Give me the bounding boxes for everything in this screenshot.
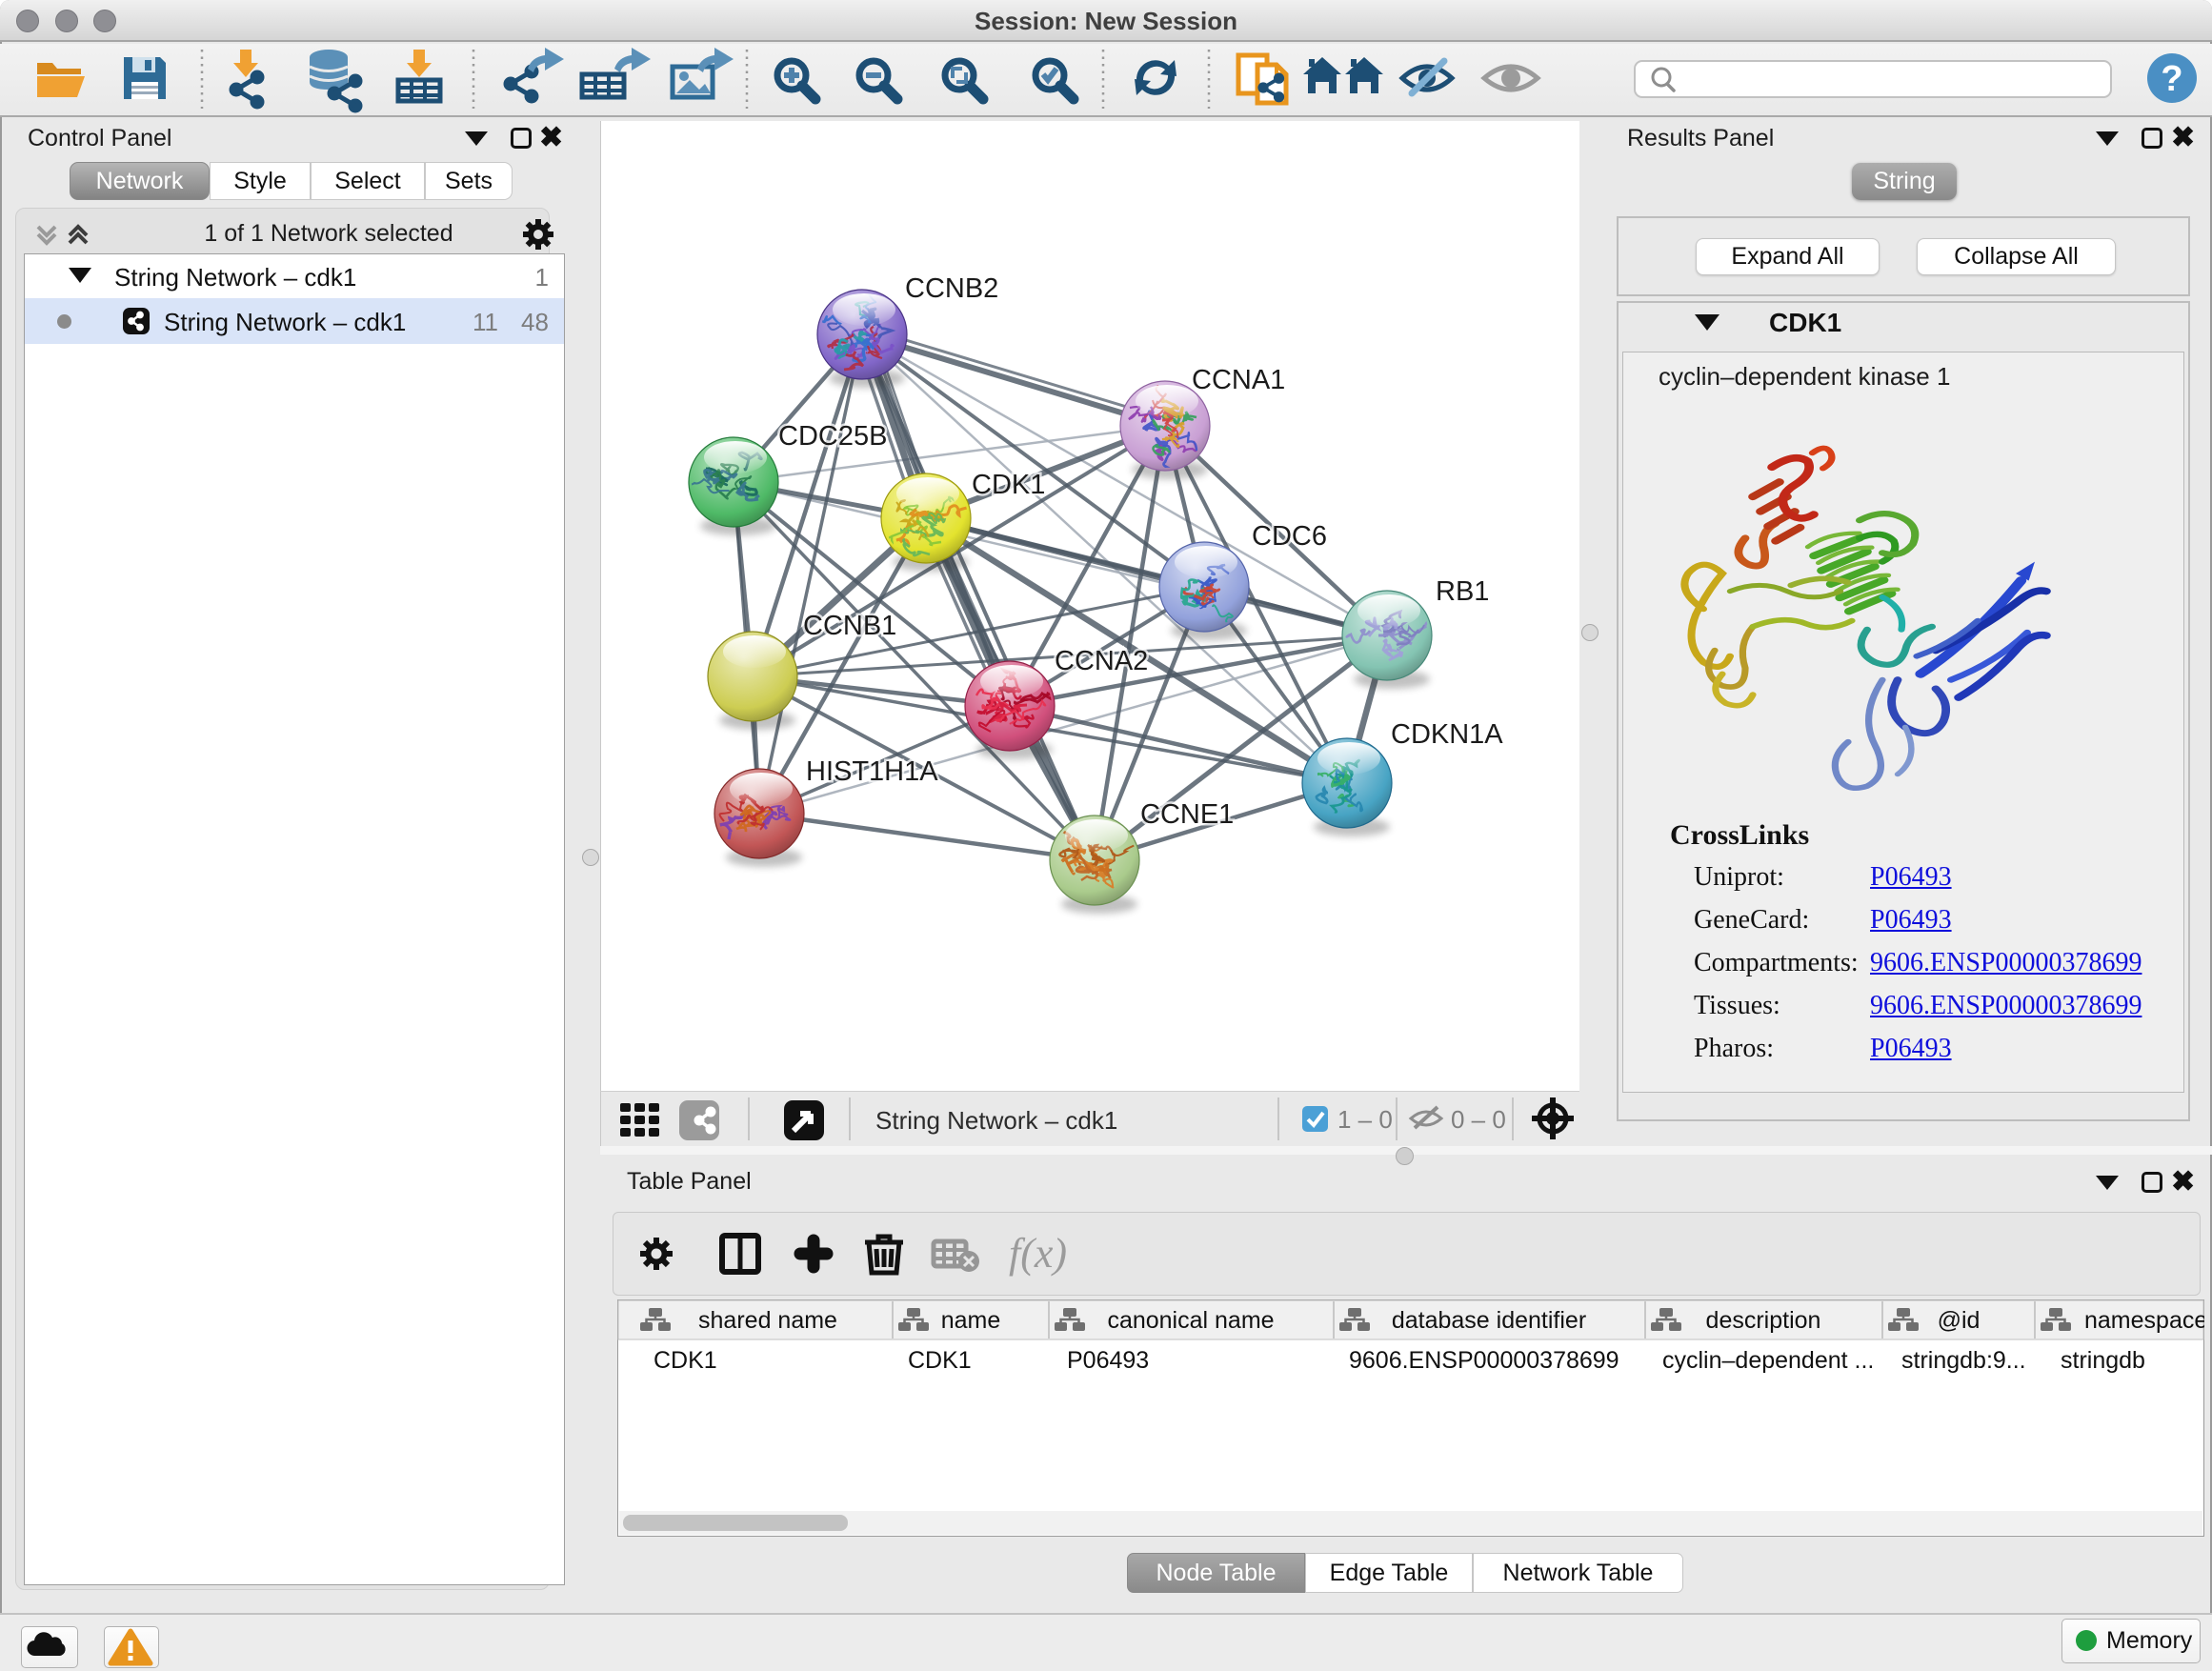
svg-text:?: ? [2161, 59, 2182, 99]
svg-text:CDK1: CDK1 [972, 470, 1045, 500]
svg-text:P06493: P06493 [1067, 1347, 1149, 1374]
svg-text:@id: @id [1938, 1307, 1981, 1334]
svg-text:1 – 0: 1 – 0 [1337, 1105, 1393, 1134]
svg-text:canonical name: canonical name [1107, 1307, 1274, 1334]
svg-text:database identifier: database identifier [1392, 1307, 1586, 1334]
svg-text:description: description [1706, 1307, 1821, 1334]
svg-text:CDK1: CDK1 [908, 1347, 972, 1374]
svg-text:namespace: namespace [2084, 1307, 2204, 1334]
svg-text:stringdb:9...: stringdb:9... [1901, 1347, 2026, 1374]
svg-text:CDKN1A: CDKN1A [1391, 719, 1503, 750]
svg-text:CDC25B: CDC25B [778, 421, 887, 452]
svg-text:CCNB1: CCNB1 [803, 611, 896, 641]
svg-text:RB1: RB1 [1436, 576, 1489, 607]
svg-text:shared name: shared name [698, 1307, 837, 1334]
svg-text:CCNA2: CCNA2 [1055, 646, 1148, 676]
svg-text:String Network – cdk1: String Network – cdk1 [875, 1106, 1117, 1135]
svg-text:f(x): f(x) [1009, 1230, 1067, 1277]
svg-text:CCNB2: CCNB2 [905, 273, 998, 304]
svg-text:9606.ENSP00000378699: 9606.ENSP00000378699 [1349, 1347, 1619, 1374]
svg-text:CCNE1: CCNE1 [1140, 799, 1234, 830]
svg-text:HIST1H1A: HIST1H1A [806, 756, 938, 787]
svg-text:CCNA1: CCNA1 [1192, 365, 1285, 395]
svg-text:stringdb: stringdb [2061, 1347, 2145, 1374]
svg-text:CDK1: CDK1 [654, 1347, 717, 1374]
svg-text:name: name [941, 1307, 1001, 1334]
svg-text:CDC6: CDC6 [1252, 521, 1327, 552]
svg-text:0 – 0: 0 – 0 [1451, 1105, 1506, 1134]
svg-text:cyclin–dependent ...: cyclin–dependent ... [1662, 1347, 1874, 1374]
